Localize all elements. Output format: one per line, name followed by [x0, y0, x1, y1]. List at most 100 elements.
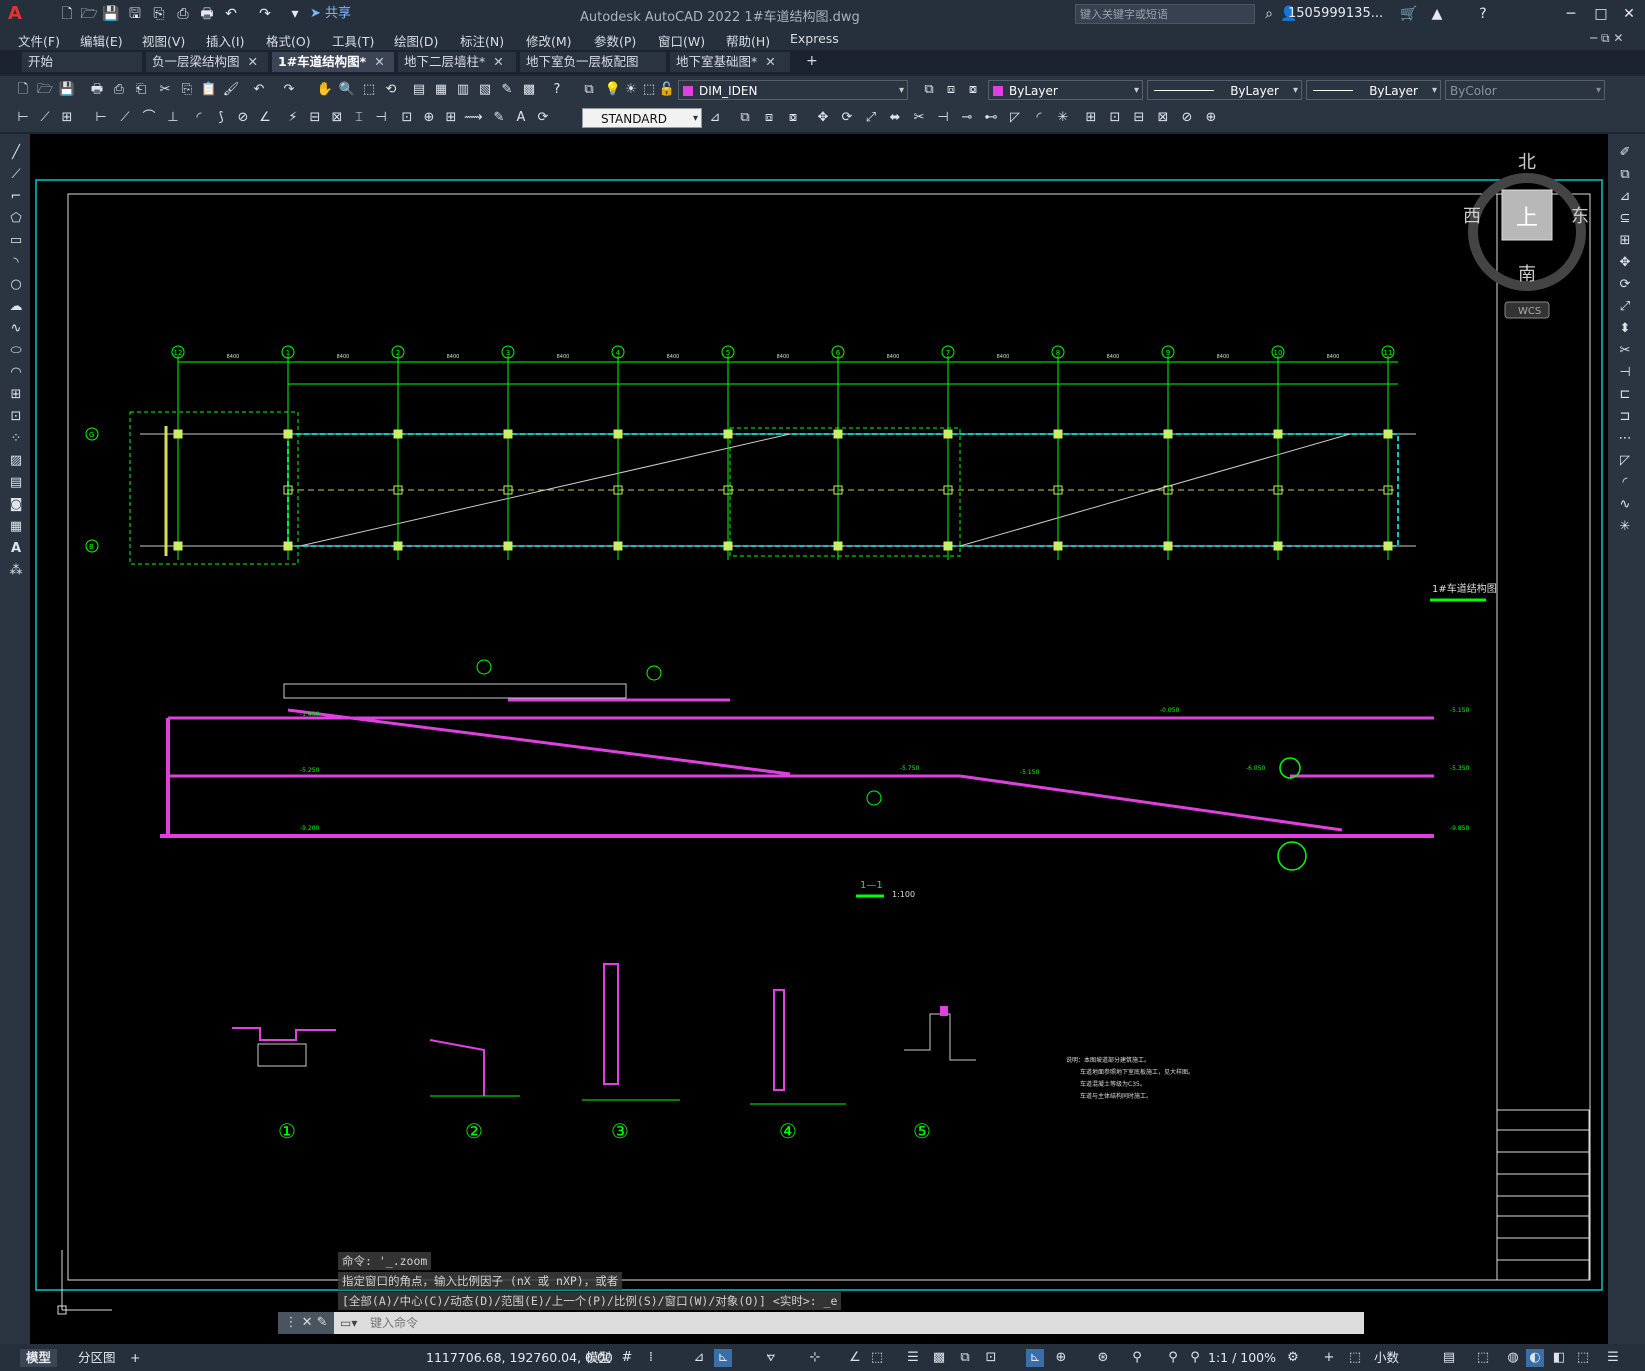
revcloud-icon[interactable]: ☁	[7, 298, 25, 316]
inspect-icon[interactable]: ⊞	[442, 109, 460, 127]
stretch-icon[interactable]: ⬌	[886, 109, 904, 127]
sun-icon[interactable]: ☀	[622, 81, 640, 99]
close-icon[interactable]: ✕	[765, 54, 775, 69]
autoscale-icon[interactable]: ⚲	[1164, 1349, 1182, 1367]
redo-icon[interactable]: ↷	[256, 5, 274, 23]
tab-file[interactable]: 负一层梁结构图 ✕	[146, 52, 268, 72]
join-icon[interactable]: ⋯	[1616, 430, 1634, 448]
offset-icon[interactable]: ⧇	[784, 109, 802, 127]
ordinate-icon[interactable]: ⊥	[164, 109, 182, 127]
make-current-icon[interactable]: ⧉	[920, 81, 938, 99]
compass-south[interactable]: 南	[1518, 264, 1536, 285]
rotate-icon[interactable]: ⟳	[838, 109, 856, 127]
close-button[interactable]: ✕	[1618, 4, 1640, 24]
scale-icon[interactable]: ⤢	[862, 109, 880, 127]
continue-icon[interactable]: ⊠	[328, 109, 346, 127]
compass-east[interactable]: 东	[1571, 206, 1589, 227]
menu-help[interactable]: 帮助(H)	[726, 31, 770, 50]
xref-icon[interactable]: ⊠	[1154, 109, 1172, 127]
help-icon[interactable]: ?	[1474, 5, 1492, 23]
rotate-icon[interactable]: ⟳	[1616, 276, 1634, 294]
point-icon[interactable]: ⁘	[7, 430, 25, 448]
hatch-icon[interactable]: ▨	[7, 452, 25, 470]
viewcube[interactable]: 上 北 南 东 西 WCS	[1463, 152, 1589, 319]
lock-ui-icon[interactable]: ⬚	[1474, 1349, 1492, 1367]
isolate-objects-icon[interactable]: ◍	[1504, 1349, 1522, 1367]
new-file-icon[interactable]: 🗋	[58, 5, 76, 23]
diameter-icon[interactable]: ⊘	[234, 109, 252, 127]
command-close-button[interactable]: ⋮ ✕ ✎	[278, 1312, 334, 1334]
zoom-realtime-icon[interactable]: 🔍	[338, 81, 356, 99]
cart-icon[interactable]: 🛒	[1400, 5, 1418, 23]
lock-icon[interactable]: 🔓	[658, 81, 676, 99]
dimension-linear-icon[interactable]: ⊢	[14, 109, 32, 127]
snap-icon[interactable]: ⁞	[642, 1349, 660, 1367]
menu-dimension[interactable]: 标注(N)	[460, 31, 504, 50]
break-icon[interactable]: ⊐	[1616, 408, 1634, 426]
mirror-icon[interactable]: ⧈	[760, 109, 778, 127]
cut-icon[interactable]: ✂	[156, 81, 174, 99]
osnap-icon[interactable]: ⊹	[806, 1349, 824, 1367]
mirror-icon[interactable]: ⊿	[1616, 188, 1634, 206]
drawing-canvas[interactable]: 上 北 南 东 西 WCS 12 8400 1 8400 2 8400 3 8400 4 8400…	[30, 134, 1608, 1344]
arc-icon[interactable]: ◝	[7, 254, 25, 272]
break-at-point-icon[interactable]: ⊏	[1616, 386, 1634, 404]
center-mark-icon[interactable]: ⊕	[420, 109, 438, 127]
lineweight-icon[interactable]: ☰	[904, 1349, 922, 1367]
lightbulb-icon[interactable]: 💡	[604, 81, 622, 99]
autodesk-app-icon[interactable]: ▲	[1428, 5, 1446, 23]
layer-dropdown[interactable]: DIM_IDEN ▾	[678, 80, 908, 100]
grid-icon[interactable]: #	[618, 1349, 636, 1367]
linetype-dropdown[interactable]: ByLayer ▾	[1147, 80, 1302, 100]
match-properties-icon[interactable]: 🖌	[222, 81, 240, 99]
isodraft-icon[interactable]: ∠	[846, 1349, 864, 1367]
markup-icon[interactable]: ✎	[498, 81, 516, 99]
attach-icon[interactable]: ⊕	[1202, 109, 1220, 127]
polyline-icon[interactable]: ⌐	[7, 188, 25, 206]
break-point-icon[interactable]: ⊸	[958, 109, 976, 127]
zoom-previous-icon[interactable]: ⟲	[382, 81, 400, 99]
tab-file[interactable]: 地下二层墙柱* ✕	[398, 52, 516, 72]
annotation-monitor-icon[interactable]: ⊛	[1094, 1349, 1112, 1367]
search-icon[interactable]: ⌕	[1260, 5, 1278, 23]
insert-block-icon[interactable]: ⊞	[7, 386, 25, 404]
chamfer-icon[interactable]: ◸	[1006, 109, 1024, 127]
stretch-icon[interactable]: ⬍	[1616, 320, 1634, 338]
gizmo-icon[interactable]: ⊕	[1052, 1349, 1070, 1367]
fillet-icon[interactable]: ◜	[1616, 474, 1634, 492]
customization-icon[interactable]: ☰	[1604, 1349, 1622, 1367]
extend-icon[interactable]: ⊣	[1616, 364, 1634, 382]
image-icon[interactable]: ⊘	[1178, 109, 1196, 127]
help-icon[interactable]: ?	[548, 81, 566, 99]
layout-tab-model[interactable]: 模型	[20, 1349, 58, 1367]
undo-icon[interactable]: ↶	[250, 81, 268, 99]
radius-icon[interactable]: ◜	[190, 109, 208, 127]
angular-icon[interactable]: ∠	[256, 109, 274, 127]
close-icon[interactable]: ✕	[493, 54, 503, 69]
copy-icon[interactable]: ⧉	[1616, 166, 1634, 184]
open-file-icon[interactable]: 🗁	[80, 5, 98, 23]
tab-start[interactable]: 开始	[22, 52, 142, 72]
open-web-icon[interactable]: ⎘	[150, 5, 168, 23]
layer-previous-icon[interactable]: ⧈	[942, 81, 960, 99]
plotstyle-dropdown[interactable]: ByColor ▾	[1445, 80, 1605, 100]
annotation-visibility-icon[interactable]: ⚲	[1128, 1349, 1146, 1367]
join-icon[interactable]: ⊷	[982, 109, 1000, 127]
gradient-icon[interactable]: ▤	[7, 474, 25, 492]
explode-icon[interactable]: ✳	[1054, 109, 1072, 127]
dim-style-manager-icon[interactable]: ⊿	[706, 109, 724, 127]
arc-length-icon[interactable]: ⌒	[140, 109, 158, 127]
table-icon[interactable]: ▦	[7, 518, 25, 536]
ellipse-arc-icon[interactable]: ◠	[7, 364, 25, 382]
menu-express[interactable]: Express	[790, 31, 839, 46]
compass-west[interactable]: 西	[1463, 206, 1481, 227]
edit-text-icon[interactable]: A	[512, 109, 530, 127]
new-icon[interactable]: 🗋	[14, 81, 32, 99]
ellipse-icon[interactable]: ⬭	[7, 342, 25, 360]
design-center-icon[interactable]: ▦	[432, 81, 450, 99]
menu-edit[interactable]: 编辑(E)	[80, 31, 123, 50]
new-tab-button[interactable]: +	[806, 53, 818, 69]
save-as-icon[interactable]: 🖫	[126, 5, 144, 23]
app-logo[interactable]: A	[8, 4, 26, 24]
publish-icon[interactable]: ⎗	[132, 81, 150, 99]
